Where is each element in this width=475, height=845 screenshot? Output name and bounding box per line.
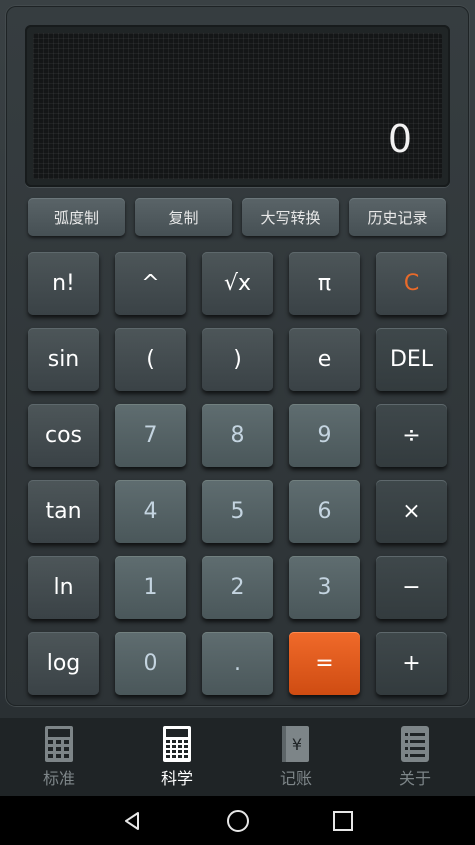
power-key[interactable]: ^ [115, 252, 186, 315]
tab-about[interactable]: 关于 [356, 718, 474, 796]
bottom-tab-bar: 标准 科学 ¥ 记账 关于 [0, 718, 475, 796]
home-icon [227, 810, 249, 832]
copy-button[interactable]: 复制 [135, 198, 232, 236]
cos-key[interactable]: cos [28, 404, 99, 467]
sqrt-key[interactable]: √x [202, 252, 273, 315]
equals-key[interactable]: = [289, 632, 360, 695]
digit-1-key[interactable]: 1 [115, 556, 186, 619]
clear-key[interactable]: C [376, 252, 447, 315]
sin-key[interactable]: sin [28, 328, 99, 391]
tab-about-label: 关于 [398, 769, 431, 788]
add-key[interactable]: + [376, 632, 447, 695]
subtract-key[interactable]: − [376, 556, 447, 619]
digit-0-key[interactable]: 0 [115, 632, 186, 695]
calculator-app: 0 弧度制 复制 大写转换 历史记录 n! ^ √x π C sin ( ) e… [0, 0, 475, 718]
tab-standard-label: 标准 [42, 769, 75, 788]
calculator-icon [45, 726, 73, 762]
log-key[interactable]: log [28, 632, 99, 695]
history-button[interactable]: 历史记录 [349, 198, 446, 236]
tab-ledger-label: 记账 [279, 769, 312, 788]
tab-scientific-label: 科学 [160, 769, 193, 788]
digit-9-key[interactable]: 9 [289, 404, 360, 467]
system-navigation-bar [0, 796, 475, 845]
back-button[interactable] [112, 806, 152, 836]
display-frame: 0 [25, 25, 450, 187]
divide-key[interactable]: ÷ [376, 404, 447, 467]
display-value: 0 [387, 117, 412, 161]
factorial-key[interactable]: n! [28, 252, 99, 315]
tab-ledger[interactable]: ¥ 记账 [237, 718, 355, 796]
display-screen: 0 [33, 33, 442, 179]
close-paren-key[interactable]: ) [202, 328, 273, 391]
recents-icon [333, 811, 353, 831]
digit-4-key[interactable]: 4 [115, 480, 186, 543]
pi-key[interactable]: π [289, 252, 360, 315]
list-icon [401, 726, 429, 762]
uppercase-convert-button[interactable]: 大写转换 [242, 198, 339, 236]
e-key[interactable]: e [289, 328, 360, 391]
tan-key[interactable]: tan [28, 480, 99, 543]
scientific-calculator-icon [163, 726, 191, 762]
digit-7-key[interactable]: 7 [115, 404, 186, 467]
multiply-key[interactable]: × [376, 480, 447, 543]
decimal-key[interactable]: . [202, 632, 273, 695]
open-paren-key[interactable]: ( [115, 328, 186, 391]
digit-8-key[interactable]: 8 [202, 404, 273, 467]
radian-mode-button[interactable]: 弧度制 [28, 198, 125, 236]
digit-3-key[interactable]: 3 [289, 556, 360, 619]
digit-6-key[interactable]: 6 [289, 480, 360, 543]
tab-scientific[interactable]: 科学 [118, 718, 236, 796]
delete-key[interactable]: DEL [376, 328, 447, 391]
home-button[interactable] [218, 806, 258, 836]
ledger-icon: ¥ [282, 726, 309, 762]
digit-5-key[interactable]: 5 [202, 480, 273, 543]
tab-standard[interactable]: 标准 [0, 718, 118, 796]
digit-2-key[interactable]: 2 [202, 556, 273, 619]
svg-text:¥: ¥ [292, 735, 302, 754]
back-icon [125, 812, 139, 830]
ln-key[interactable]: ln [28, 556, 99, 619]
recents-button[interactable] [323, 806, 363, 836]
